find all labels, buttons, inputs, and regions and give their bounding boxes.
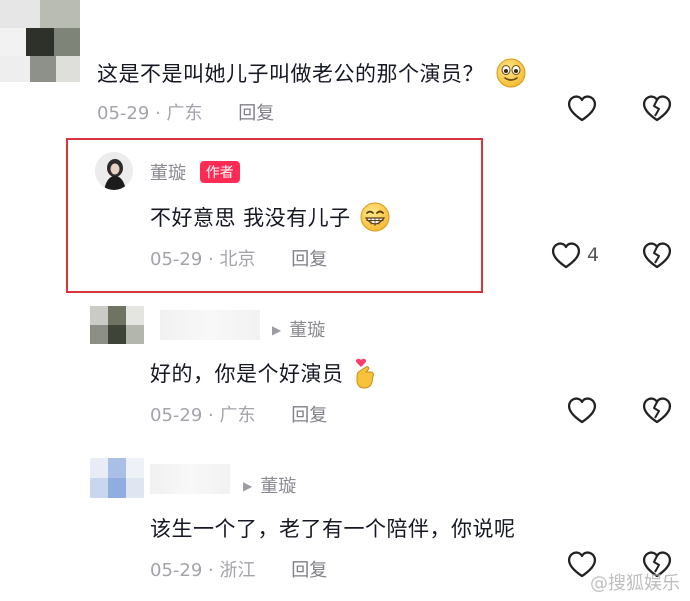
- grin-emoji-icon: [359, 201, 391, 233]
- comment-location: 广东: [219, 405, 256, 426]
- reply-to-username[interactable]: 董璇: [260, 476, 296, 497]
- blurred-username: [160, 310, 260, 340]
- comment-body: 不好意思 我没有儿子: [150, 206, 351, 230]
- blurred-username: [150, 464, 230, 494]
- comment-text: 该生一个了，老了有一个陪伴，你说呢: [150, 513, 516, 543]
- comment-date: 05-29: [150, 405, 203, 426]
- heart-outline-icon[interactable]: [566, 93, 598, 123]
- reply-button[interactable]: 回复: [291, 560, 327, 581]
- avatar[interactable]: [0, 0, 80, 82]
- comment-meta: 05-29 · 北京 回复: [150, 249, 328, 270]
- comment-location: 北京: [219, 249, 256, 270]
- avatar[interactable]: [95, 152, 133, 190]
- comment-location: 广东: [166, 103, 203, 124]
- comment-header: 董璇 作者: [150, 159, 240, 185]
- author-badge: 作者: [199, 161, 240, 183]
- reply-button[interactable]: 回复: [238, 103, 274, 124]
- reply-target: ▶ 董璇: [243, 472, 296, 498]
- comment-body: 该生一个了，老了有一个陪伴，你说呢: [150, 517, 516, 541]
- comment-body: 好的，你是个好演员: [150, 362, 344, 386]
- comment-date: 05-29: [97, 103, 150, 124]
- heart-outline-icon[interactable]: [550, 240, 582, 270]
- broken-heart-icon[interactable]: [641, 395, 673, 425]
- smile-emoji-icon: [495, 57, 527, 89]
- broken-heart-icon[interactable]: [641, 93, 673, 123]
- comment-text: 好的，你是个好演员: [150, 357, 378, 389]
- avatar[interactable]: [90, 306, 144, 344]
- comment-meta: 05-29 · 广东 回复: [97, 103, 275, 124]
- finger-heart-emoji-icon: [352, 357, 378, 389]
- reply-to-username[interactable]: 董璇: [289, 320, 325, 341]
- username[interactable]: 董璇: [150, 163, 186, 184]
- avatar[interactable]: [90, 458, 144, 498]
- like-control[interactable]: 4: [550, 240, 599, 270]
- reply-target: ▶ 董璇: [272, 316, 325, 342]
- comment-text: 不好意思 我没有儿子: [150, 201, 391, 233]
- comment-date: 05-29: [150, 560, 203, 581]
- comment-body: 这是不是叫她儿子叫做老公的那个演员？: [97, 62, 484, 86]
- reply-button[interactable]: 回复: [291, 249, 327, 270]
- reply-arrow-icon: ▶: [272, 323, 282, 337]
- like-count: 4: [587, 244, 600, 266]
- comment-meta: 05-29 · 广东 回复: [150, 405, 328, 426]
- heart-outline-icon[interactable]: [566, 395, 598, 425]
- reply-button[interactable]: 回复: [291, 405, 327, 426]
- watermark: @搜狐娱乐: [590, 573, 680, 594]
- reply-arrow-icon: ▶: [243, 479, 253, 493]
- comment-meta: 05-29 · 浙江 回复: [150, 560, 328, 581]
- comment-location: 浙江: [219, 560, 256, 581]
- comment-text: 这是不是叫她儿子叫做老公的那个演员？: [97, 57, 527, 89]
- comment-date: 05-29: [150, 249, 203, 270]
- broken-heart-icon[interactable]: [641, 240, 673, 270]
